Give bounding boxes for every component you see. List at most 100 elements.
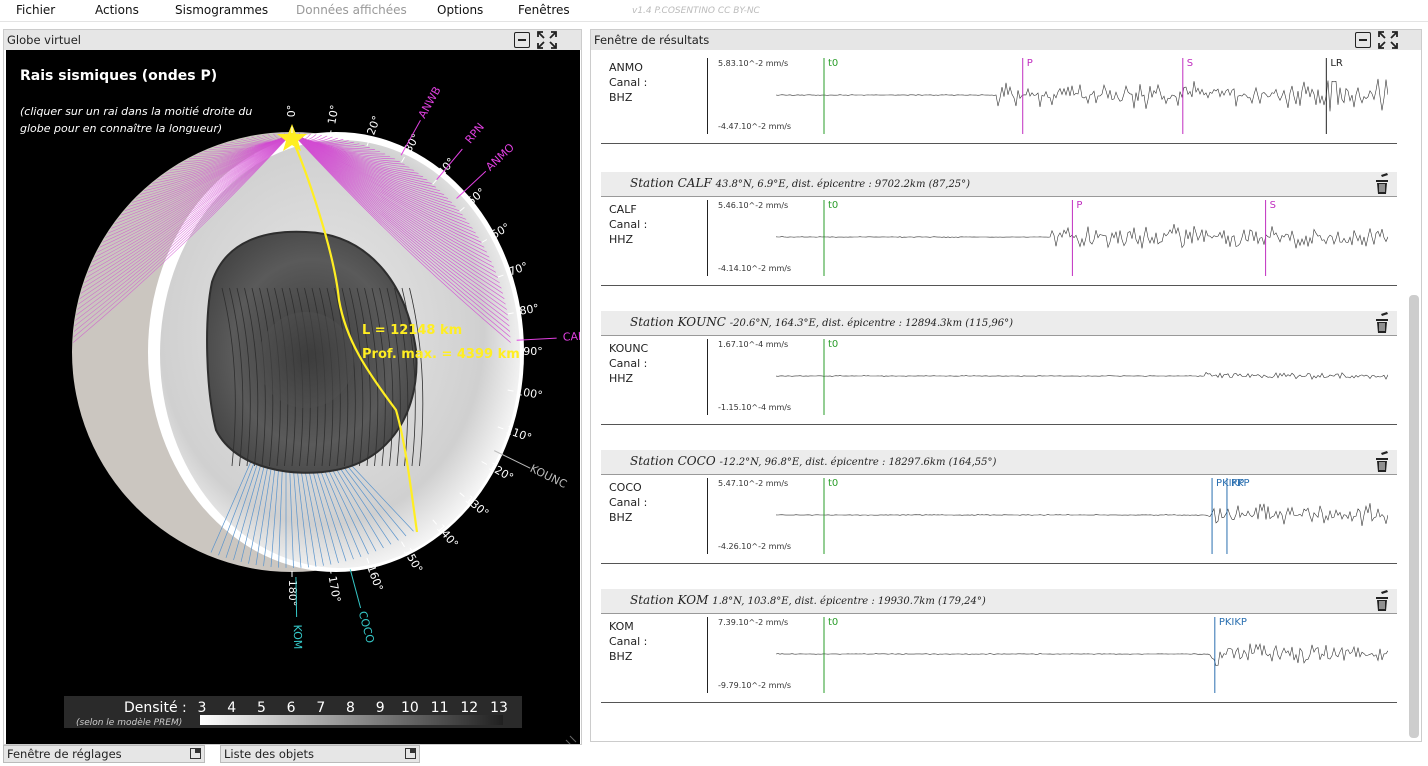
menu-fenetres[interactable]: Fenêtres — [518, 3, 570, 17]
degree-label: 70° — [507, 260, 530, 279]
restore-window-icon[interactable] — [405, 748, 416, 759]
globe-panel-titlebar[interactable]: Globe virtuel — [4, 30, 581, 50]
restore-window-icon[interactable] — [190, 748, 201, 759]
degree-label: 170° — [326, 575, 343, 603]
results-list[interactable]: Station ANMO 34.9°N, 106.5°W, dist. épic… — [600, 50, 1408, 740]
waveform[interactable]: t0 PKIKP — [776, 615, 1388, 701]
station-title: Station COCO — [630, 454, 716, 468]
degree-label: 20° — [365, 114, 384, 137]
canal-label: Canal : — [609, 76, 648, 89]
phase-pick-label: t0 — [828, 200, 838, 211]
station-calf: Station CALF 43.8°N, 6.9°E, dist. épicen… — [600, 172, 1397, 287]
phase-pick-label: P — [1027, 58, 1033, 69]
degree-label: 0° — [285, 105, 298, 118]
phase-pick-label: S — [1187, 58, 1193, 69]
station-header[interactable]: Station COCO -12.2°N, 96.8°E, dist. épic… — [601, 450, 1397, 475]
seismogram[interactable]: CALF Canal : HHZ 5.46.10^-2 mm/s -4.14.1… — [601, 198, 1397, 286]
station-coco: Station COCO -12.2°N, 96.8°E, dist. épic… — [600, 450, 1397, 565]
density-legend: Densité : 3 4 5 6 7 8 9 10 11 12 13 (selon le modè… — [64, 696, 522, 728]
menu-options[interactable]: Options — [437, 3, 483, 17]
station-marker-line[interactable] — [349, 569, 362, 609]
channel-code: BHZ — [609, 650, 633, 663]
globe-canvas[interactable]: 0° 10° 20°30°40°50°60°70°80°90°100°110°120… — [6, 50, 591, 747]
station-marker-label[interactable]: ANMO — [483, 141, 517, 174]
globe-hint-line2: globe pour en connaître la longueur) — [20, 122, 222, 135]
station-header[interactable]: Station CALF 43.8°N, 6.9°E, dist. épicen… — [601, 172, 1397, 197]
density-note: (selon le modèle PREM) — [76, 717, 182, 728]
degree-label: 160° — [364, 564, 385, 593]
seismogram[interactable]: KOM Canal : BHZ 7.39.10^-2 mm/s -9.79.10… — [601, 615, 1397, 703]
trash-icon[interactable] — [1369, 172, 1393, 199]
station-marker-label[interactable]: ANWB — [416, 84, 444, 120]
station-code: CALF — [609, 203, 637, 216]
inner-core — [258, 312, 354, 408]
menu-sismogrammes[interactable]: Sismogrammes — [175, 3, 268, 17]
trash-icon[interactable] — [1369, 589, 1393, 616]
density-value: 12 — [460, 700, 478, 716]
amplitude-axis — [707, 478, 708, 554]
station-marker-label[interactable]: KOUNC — [528, 462, 569, 491]
station-coords: 43.8°N, 6.9°E, dist. épicentre : 9702.2k… — [715, 179, 971, 190]
waveform[interactable]: t0 PKIKPPKP — [776, 476, 1388, 562]
waveform-trace — [776, 224, 1388, 249]
degree-label: 10° — [325, 104, 341, 125]
trash-icon[interactable] — [1369, 50, 1393, 51]
degree-label: 90° — [523, 345, 543, 358]
trash-icon[interactable] — [1369, 311, 1393, 338]
degree-label: 120° — [486, 460, 515, 485]
menu-bar: Fichier Actions Sismogrammes Données aff… — [0, 0, 1428, 22]
menu-actions[interactable]: Actions — [95, 3, 139, 17]
channel-info: ANMO Canal : BHZ — [609, 60, 647, 105]
results-panel-titlebar[interactable]: Fenêtre de résultats — [591, 30, 1421, 50]
density-value: 13 — [490, 700, 508, 716]
results-scrollbar[interactable] — [1409, 295, 1419, 738]
station-marker-label[interactable]: CALF — [562, 329, 590, 343]
waveform-trace — [776, 372, 1388, 380]
channel-info: COCO Canal : BHZ — [609, 480, 647, 525]
tab-fenetre-reglages-label: Fenêtre de réglages — [7, 747, 122, 761]
canal-label: Canal : — [609, 635, 648, 648]
station-marker-label[interactable]: KOM — [291, 624, 304, 649]
degree-label: 110° — [504, 423, 533, 444]
station-title: Station CALF — [630, 176, 712, 190]
station-coords: 1.8°N, 103.8°E, dist. épicentre : 19930.… — [712, 596, 986, 607]
station-kounc: Station KOUNC -20.6°N, 164.3°E, dist. ép… — [600, 311, 1397, 426]
menu-donnees-affichees[interactable]: Données affichées — [296, 3, 407, 17]
resize-handle-icon[interactable] — [565, 735, 577, 747]
seismogram[interactable]: COCO Canal : BHZ 5.47.10^-2 mm/s -4.26.1… — [601, 476, 1397, 564]
channel-info: CALF Canal : HHZ — [609, 202, 647, 247]
waveform-trace — [776, 642, 1388, 667]
canal-label: Canal : — [609, 357, 648, 370]
waveform[interactable]: t0 P S LR — [776, 56, 1388, 142]
minimize-icon[interactable] — [514, 32, 530, 48]
trash-icon[interactable] — [1369, 450, 1393, 477]
station-header[interactable]: Station KOUNC -20.6°N, 164.3°E, dist. ép… — [601, 311, 1397, 336]
station-marker-label[interactable]: RPN — [463, 121, 487, 147]
density-value: 4 — [227, 700, 236, 716]
phase-pick-label: P — [1076, 200, 1082, 211]
station-marker-label[interactable]: COCO — [356, 610, 377, 645]
phase-pick-label: PKP — [1231, 478, 1250, 489]
version-label: v1.4 P.COSENTINO CC BY-NC — [632, 6, 760, 16]
station-marker-line[interactable] — [295, 576, 298, 617]
waveform-trace — [776, 78, 1388, 112]
station-code: COCO — [609, 481, 642, 494]
phase-pick-label: t0 — [828, 478, 838, 489]
globe-heading: Rais sismiques (ondes P) — [20, 68, 217, 84]
minimize-icon[interactable] — [1355, 32, 1371, 48]
tab-liste-objets-label: Liste des objets — [224, 747, 314, 761]
menu-fichier[interactable]: Fichier — [16, 3, 55, 17]
channel-info: KOM Canal : BHZ — [609, 619, 647, 664]
seismogram[interactable]: ANMO Canal : BHZ 5.83.10^-2 mm/s -4.47.1… — [601, 56, 1397, 144]
tab-fenetre-reglages[interactable]: Fenêtre de réglages — [3, 745, 205, 763]
phase-pick-label: t0 — [828, 339, 838, 350]
station-kom: Station KOM 1.8°N, 103.8°E, dist. épicen… — [600, 589, 1397, 704]
station-header[interactable]: Station KOM 1.8°N, 103.8°E, dist. épicen… — [601, 589, 1397, 614]
tab-liste-objets[interactable]: Liste des objets — [220, 745, 420, 763]
globe-view[interactable]: 0° 10° 20° 30° 40° 50° 60° 70° 80° 90° 100° 110° 120… — [6, 50, 591, 747]
density-value: 3 — [198, 700, 207, 716]
waveform[interactable]: t0 P S — [776, 198, 1388, 284]
waveform[interactable]: t0 — [776, 337, 1388, 423]
density-value: 11 — [431, 700, 449, 716]
seismogram[interactable]: KOUNC Canal : HHZ 1.67.10^-4 mm/s -1.15.… — [601, 337, 1397, 425]
